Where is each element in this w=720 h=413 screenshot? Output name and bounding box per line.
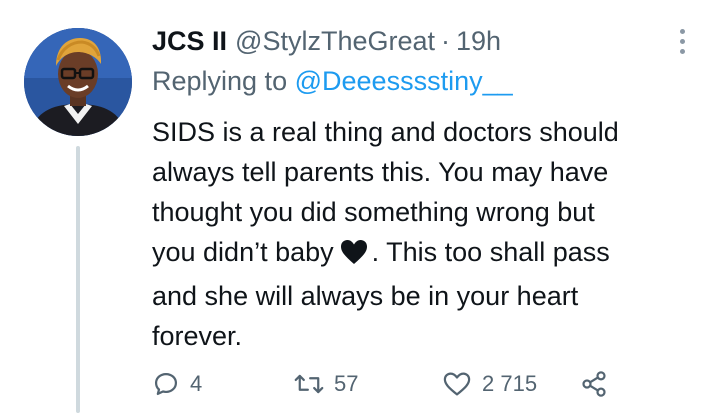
avatar-image xyxy=(24,28,132,136)
tweet-timestamp[interactable]: 19h xyxy=(456,26,501,57)
tweet-text: SIDS is a real thing and doctors should … xyxy=(152,112,692,356)
replying-to-link[interactable]: @Deeesssstiny__ xyxy=(295,66,513,96)
retweet-count: 57 xyxy=(334,371,359,396)
tweet-text-line: thought you did something wrong but xyxy=(152,197,595,227)
thread-line xyxy=(76,146,80,413)
tweet-header: JCS II @StylzTheGreat · 19h xyxy=(152,24,501,58)
tweet-text-segment: . This too shall pass xyxy=(371,237,610,267)
header-separator: · xyxy=(441,25,450,56)
user-handle[interactable]: @StylzTheGreat xyxy=(235,26,435,57)
reply-count: 4 xyxy=(190,371,203,396)
replying-to: Replying to @Deeesssstiny__ xyxy=(152,66,513,97)
replying-prefix: Replying to xyxy=(152,66,288,96)
tweet-text-line: and she will always be in your heart xyxy=(152,281,579,311)
tweet-text-line: SIDS is a real thing and doctors should xyxy=(152,117,619,147)
share-button[interactable] xyxy=(580,366,608,402)
tweet-actions: 4 57 2 715 xyxy=(152,366,622,402)
avatar[interactable] xyxy=(24,28,132,136)
like-button[interactable]: 2 715 xyxy=(442,366,537,402)
like-count: 2 715 xyxy=(482,371,538,396)
tweet-text-line: forever. xyxy=(152,321,243,351)
display-name[interactable]: JCS II xyxy=(152,26,227,57)
reply-button[interactable]: 4 xyxy=(152,366,202,402)
tweet-text-segment: you didn’t baby xyxy=(152,237,334,267)
reply-icon xyxy=(154,372,178,396)
retweet-icon xyxy=(294,374,324,394)
more-options-icon[interactable] xyxy=(672,24,692,58)
heart-icon xyxy=(443,372,471,396)
black-heart-emoji-icon xyxy=(340,236,368,276)
share-icon xyxy=(582,371,606,397)
retweet-button[interactable]: 57 xyxy=(294,366,358,402)
tweet-text-line: you didn’t baby . This too shall pass xyxy=(152,232,692,276)
tweet-text-line: always tell parents this. You may have xyxy=(152,157,609,187)
